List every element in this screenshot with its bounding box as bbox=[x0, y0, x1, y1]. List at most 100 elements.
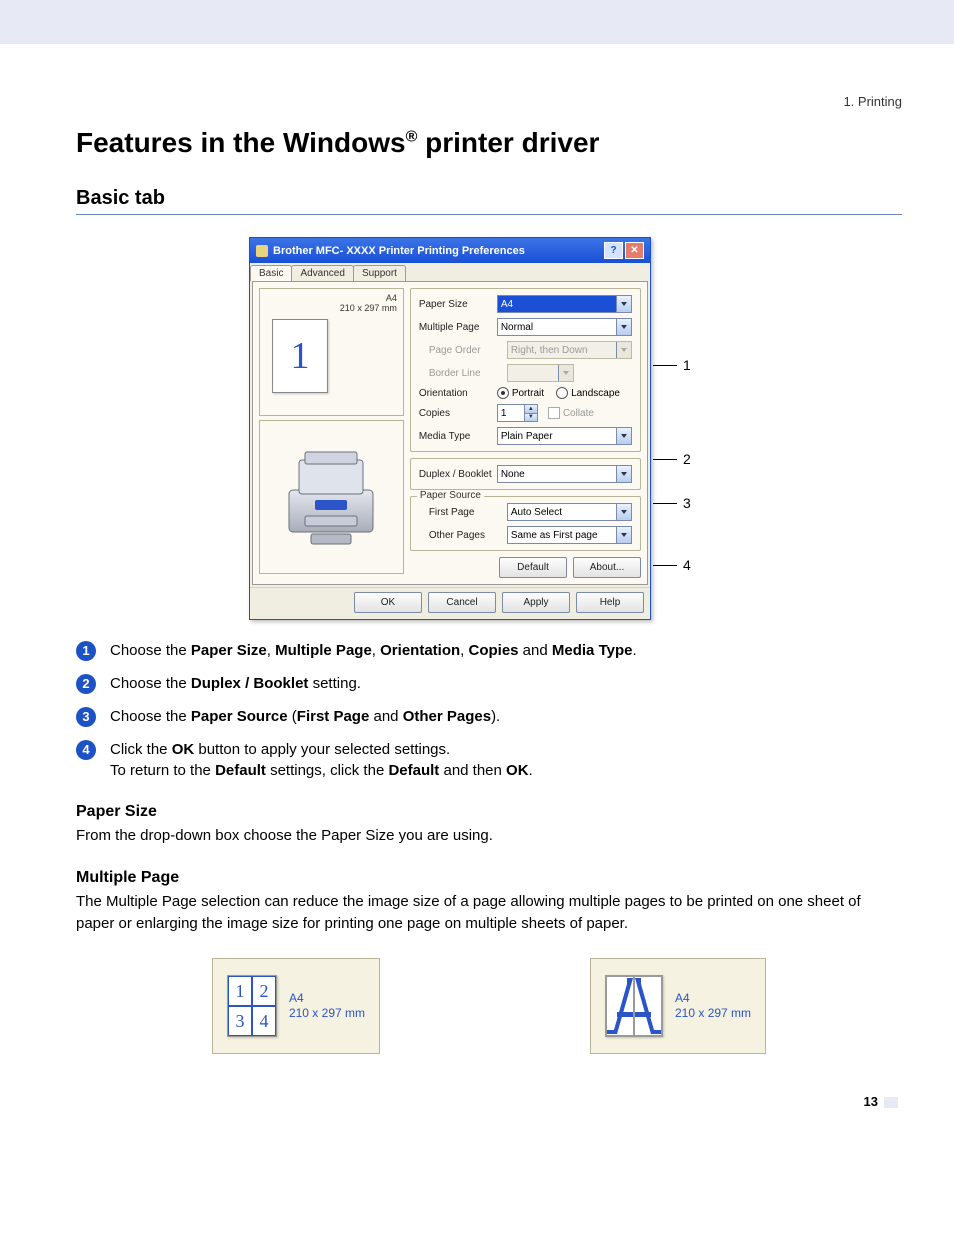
step-3: 3 Choose the Paper Source (First Page an… bbox=[76, 706, 902, 727]
callout-2: 2 bbox=[653, 451, 691, 467]
stepper-buttons[interactable]: ▲▼ bbox=[524, 405, 537, 421]
page-title-pre: Features in the Windows bbox=[76, 127, 406, 158]
apply-button[interactable]: Apply bbox=[502, 592, 570, 613]
label-copies: Copies bbox=[419, 408, 497, 419]
callout-4: 4 bbox=[653, 557, 691, 573]
radio-dot-icon bbox=[556, 387, 568, 399]
tab-advanced[interactable]: Advanced bbox=[291, 265, 353, 281]
tab-basic[interactable]: Basic bbox=[250, 265, 292, 281]
subheading-multiple-page: Multiple Page bbox=[76, 869, 902, 887]
example-4in1-grid: 1 2 3 4 bbox=[227, 975, 277, 1037]
letter-a-right-icon bbox=[635, 978, 661, 1034]
checkbox-collate-label: Collate bbox=[563, 408, 594, 419]
checkbox-icon bbox=[548, 407, 560, 419]
dialog-titlebar[interactable]: Brother MFC- XXXX Printer Printing Prefe… bbox=[250, 238, 650, 263]
step-badge-4: 4 bbox=[76, 740, 96, 760]
label-media-type: Media Type bbox=[419, 431, 497, 442]
label-border-line: Border Line bbox=[419, 368, 507, 379]
select-other-pages[interactable]: Same as First page bbox=[507, 526, 632, 544]
example-4in1-label: A4210 x 297 mm bbox=[289, 991, 365, 1022]
chevron-down-icon[interactable] bbox=[616, 504, 631, 520]
select-multiple-page-value: Normal bbox=[501, 322, 533, 333]
grid-cell: 2 bbox=[252, 976, 276, 1006]
grid-cell: 4 bbox=[252, 1006, 276, 1036]
paragraph-multiple-page: The Multiple Page selection can reduce t… bbox=[76, 891, 902, 935]
select-multiple-page[interactable]: Normal bbox=[497, 318, 632, 336]
cancel-button[interactable]: Cancel bbox=[428, 592, 496, 613]
label-orientation: Orientation bbox=[419, 388, 497, 399]
select-duplex-booklet[interactable]: None bbox=[497, 465, 632, 483]
example-4in1: 1 2 3 4 A4210 x 297 mm bbox=[212, 958, 380, 1054]
poster-right-tile bbox=[634, 976, 662, 1036]
registered-symbol: ® bbox=[406, 129, 418, 146]
close-titlebar-button[interactable]: ✕ bbox=[625, 242, 644, 259]
radio-dot-icon bbox=[497, 387, 509, 399]
chevron-down-icon[interactable] bbox=[616, 466, 631, 482]
help-titlebar-button[interactable]: ? bbox=[604, 242, 623, 259]
page-number: 13 bbox=[76, 1094, 902, 1109]
callout-3-label: 3 bbox=[683, 495, 691, 511]
callout-3: 3 bbox=[653, 495, 691, 511]
copies-stepper[interactable]: 1 ▲▼ bbox=[497, 404, 538, 422]
label-duplex-booklet: Duplex / Booklet bbox=[419, 469, 497, 480]
select-page-order: Right, then Down bbox=[507, 341, 632, 359]
preview-paper-dim: 210 x 297 mm bbox=[266, 303, 397, 313]
callout-1-label: 1 bbox=[683, 357, 691, 373]
about-button[interactable]: About... bbox=[573, 557, 641, 578]
select-paper-size-value: A4 bbox=[501, 299, 513, 310]
select-duplex-value: None bbox=[501, 469, 525, 480]
page-header-bar bbox=[0, 0, 954, 44]
subheading-paper-size: Paper Size bbox=[76, 803, 902, 821]
step-badge-1: 1 bbox=[76, 641, 96, 661]
label-multiple-page: Multiple Page bbox=[419, 322, 497, 333]
group-general: Paper Size A4 Multiple Page Normal bbox=[410, 288, 641, 452]
label-page-order: Page Order bbox=[419, 345, 507, 356]
chevron-down-icon[interactable] bbox=[616, 527, 631, 543]
callout-4-label: 4 bbox=[683, 557, 691, 573]
page-preview-box: A4 210 x 297 mm 1 bbox=[259, 288, 404, 416]
example-poster-grid bbox=[605, 975, 663, 1037]
printer-app-icon bbox=[256, 245, 268, 257]
step-badge-3: 3 bbox=[76, 707, 96, 727]
breadcrumb: 1. Printing bbox=[76, 94, 902, 109]
grid-cell: 3 bbox=[228, 1006, 252, 1036]
example-poster-label: A4210 x 297 mm bbox=[675, 991, 751, 1022]
paragraph-paper-size: From the drop-down box choose the Paper … bbox=[76, 825, 902, 847]
group-paper-source-title: Paper Source bbox=[417, 490, 484, 501]
copies-value: 1 bbox=[501, 408, 507, 419]
radio-landscape[interactable]: Landscape bbox=[556, 387, 620, 399]
page-title: Features in the Windows® printer driver bbox=[76, 127, 902, 159]
tab-support[interactable]: Support bbox=[353, 265, 406, 281]
help-button[interactable]: Help bbox=[576, 592, 644, 613]
dialog-title: Brother MFC- XXXX Printer Printing Prefe… bbox=[273, 245, 525, 257]
radio-portrait[interactable]: Portrait bbox=[497, 387, 544, 399]
radio-portrait-label: Portrait bbox=[512, 388, 544, 399]
select-page-order-value: Right, then Down bbox=[511, 345, 588, 356]
select-media-type[interactable]: Plain Paper bbox=[497, 427, 632, 445]
chevron-down-icon[interactable] bbox=[616, 296, 631, 312]
ok-button[interactable]: OK bbox=[354, 592, 422, 613]
select-other-pages-value: Same as First page bbox=[511, 530, 598, 541]
page-title-post: printer driver bbox=[417, 127, 599, 158]
chevron-down-icon bbox=[558, 365, 573, 381]
poster-left-tile bbox=[606, 976, 634, 1036]
callout-2-label: 2 bbox=[683, 451, 691, 467]
chevron-down-icon bbox=[616, 342, 631, 358]
label-paper-size: Paper Size bbox=[419, 299, 497, 310]
select-paper-size[interactable]: A4 bbox=[497, 295, 632, 313]
default-button[interactable]: Default bbox=[499, 557, 567, 578]
example-poster: A4210 x 297 mm bbox=[590, 958, 766, 1054]
chevron-down-icon[interactable] bbox=[616, 319, 631, 335]
print-preferences-dialog: Brother MFC- XXXX Printer Printing Prefe… bbox=[249, 237, 651, 620]
label-other-pages: Other Pages bbox=[419, 530, 507, 541]
group-paper-source: Paper Source First Page Auto Select Othe… bbox=[410, 496, 641, 551]
printer-icon bbox=[271, 442, 391, 552]
dialog-tabs: Basic Advanced Support bbox=[250, 263, 650, 281]
chevron-down-icon[interactable] bbox=[616, 428, 631, 444]
radio-landscape-label: Landscape bbox=[571, 388, 620, 399]
grid-cell: 1 bbox=[228, 976, 252, 1006]
select-first-page[interactable]: Auto Select bbox=[507, 503, 632, 521]
group-duplex: Duplex / Booklet None bbox=[410, 458, 641, 490]
select-media-type-value: Plain Paper bbox=[501, 431, 553, 442]
printer-illustration-box bbox=[259, 420, 404, 574]
